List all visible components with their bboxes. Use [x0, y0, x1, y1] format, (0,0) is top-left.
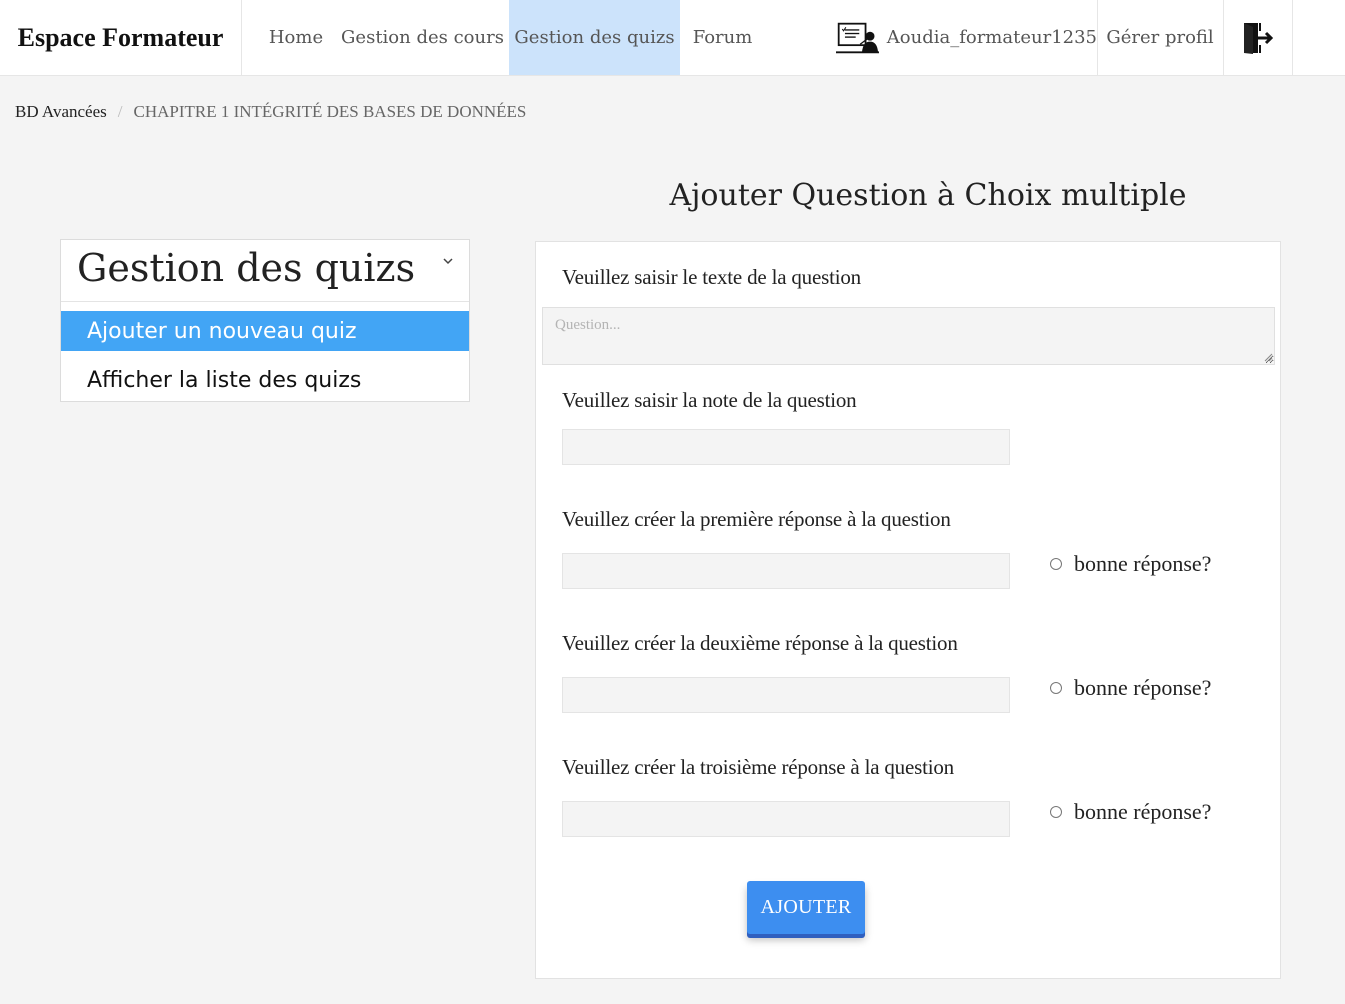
- nav-gestion-quizs[interactable]: Gestion des quizs: [509, 0, 680, 75]
- nav-gestion-cours[interactable]: Gestion des cours: [336, 0, 509, 75]
- resize-grip-icon[interactable]: [1263, 352, 1273, 362]
- answer-2-correct[interactable]: bonne réponse?: [1050, 675, 1211, 701]
- brand-logo[interactable]: Espace Formateur: [0, 0, 242, 75]
- note-label: Veuillez saisir la note de la question: [562, 388, 857, 412]
- sidebar-item-add-quiz[interactable]: Ajouter un nouveau quiz: [61, 311, 469, 351]
- nav-home[interactable]: Home: [256, 0, 336, 75]
- chevron-down-icon[interactable]: [441, 254, 455, 268]
- answer-1-radio[interactable]: [1050, 558, 1062, 570]
- answer-3-radio-label: bonne réponse?: [1074, 799, 1212, 824]
- answer-3-correct[interactable]: bonne réponse?: [1050, 799, 1211, 825]
- sidebar-item-list-quizs[interactable]: Afficher la liste des quizs: [61, 360, 469, 400]
- answer-2-radio[interactable]: [1050, 682, 1062, 694]
- breadcrumb-separator: /: [117, 102, 123, 121]
- answer-2-radio-label: bonne réponse?: [1074, 675, 1212, 700]
- nav-user-account[interactable]: Aoudia_formateur1235: [836, 0, 1098, 75]
- answer-1-label: Veuillez créer la première réponse à la …: [562, 507, 951, 531]
- username-label: Aoudia_formateur1235: [886, 27, 1097, 48]
- breadcrumb: BD Avancées / CHAPITRE 1 INTÉGRITÉ DES B…: [15, 101, 526, 123]
- answer-1-correct[interactable]: bonne réponse?: [1050, 551, 1211, 577]
- teacher-board-icon: [836, 22, 879, 53]
- breadcrumb-course[interactable]: BD Avancées: [15, 102, 107, 122]
- answer-2-label: Veuillez créer la deuxième réponse à la …: [562, 631, 958, 655]
- question-text-label: Veuillez saisir le texte de la question: [562, 265, 861, 289]
- top-navbar: Espace Formateur Home Gestion des cours …: [0, 0, 1345, 76]
- nav-forum[interactable]: Forum: [680, 0, 765, 75]
- quiz-management-panel: Gestion des quizs Ajouter un nouveau qui…: [60, 239, 470, 402]
- page-title: Ajouter Question à Choix multiple: [669, 178, 1187, 213]
- question-form: Veuillez saisir le texte de la question …: [535, 241, 1281, 979]
- answer-2-input[interactable]: [562, 677, 1010, 713]
- answer-3-input[interactable]: [562, 801, 1010, 837]
- note-input[interactable]: [562, 429, 1010, 465]
- question-textarea[interactable]: [542, 307, 1275, 365]
- logout-button[interactable]: [1223, 0, 1293, 75]
- logout-door-icon: [1243, 22, 1273, 54]
- answer-3-radio[interactable]: [1050, 806, 1062, 818]
- breadcrumb-chapter: CHAPITRE 1 INTÉGRITÉ DES BASES DE DONNÉE…: [133, 102, 527, 121]
- answer-3-label: Veuillez créer la troisième réponse à la…: [562, 755, 954, 779]
- panel-header[interactable]: Gestion des quizs: [61, 240, 469, 302]
- add-question-button[interactable]: AJOUTER: [747, 881, 865, 934]
- answer-1-input[interactable]: [562, 553, 1010, 589]
- answer-1-radio-label: bonne réponse?: [1074, 551, 1212, 576]
- panel-title: Gestion des quizs: [77, 246, 416, 290]
- nav-manage-profile[interactable]: Gérer profil: [1097, 0, 1224, 75]
